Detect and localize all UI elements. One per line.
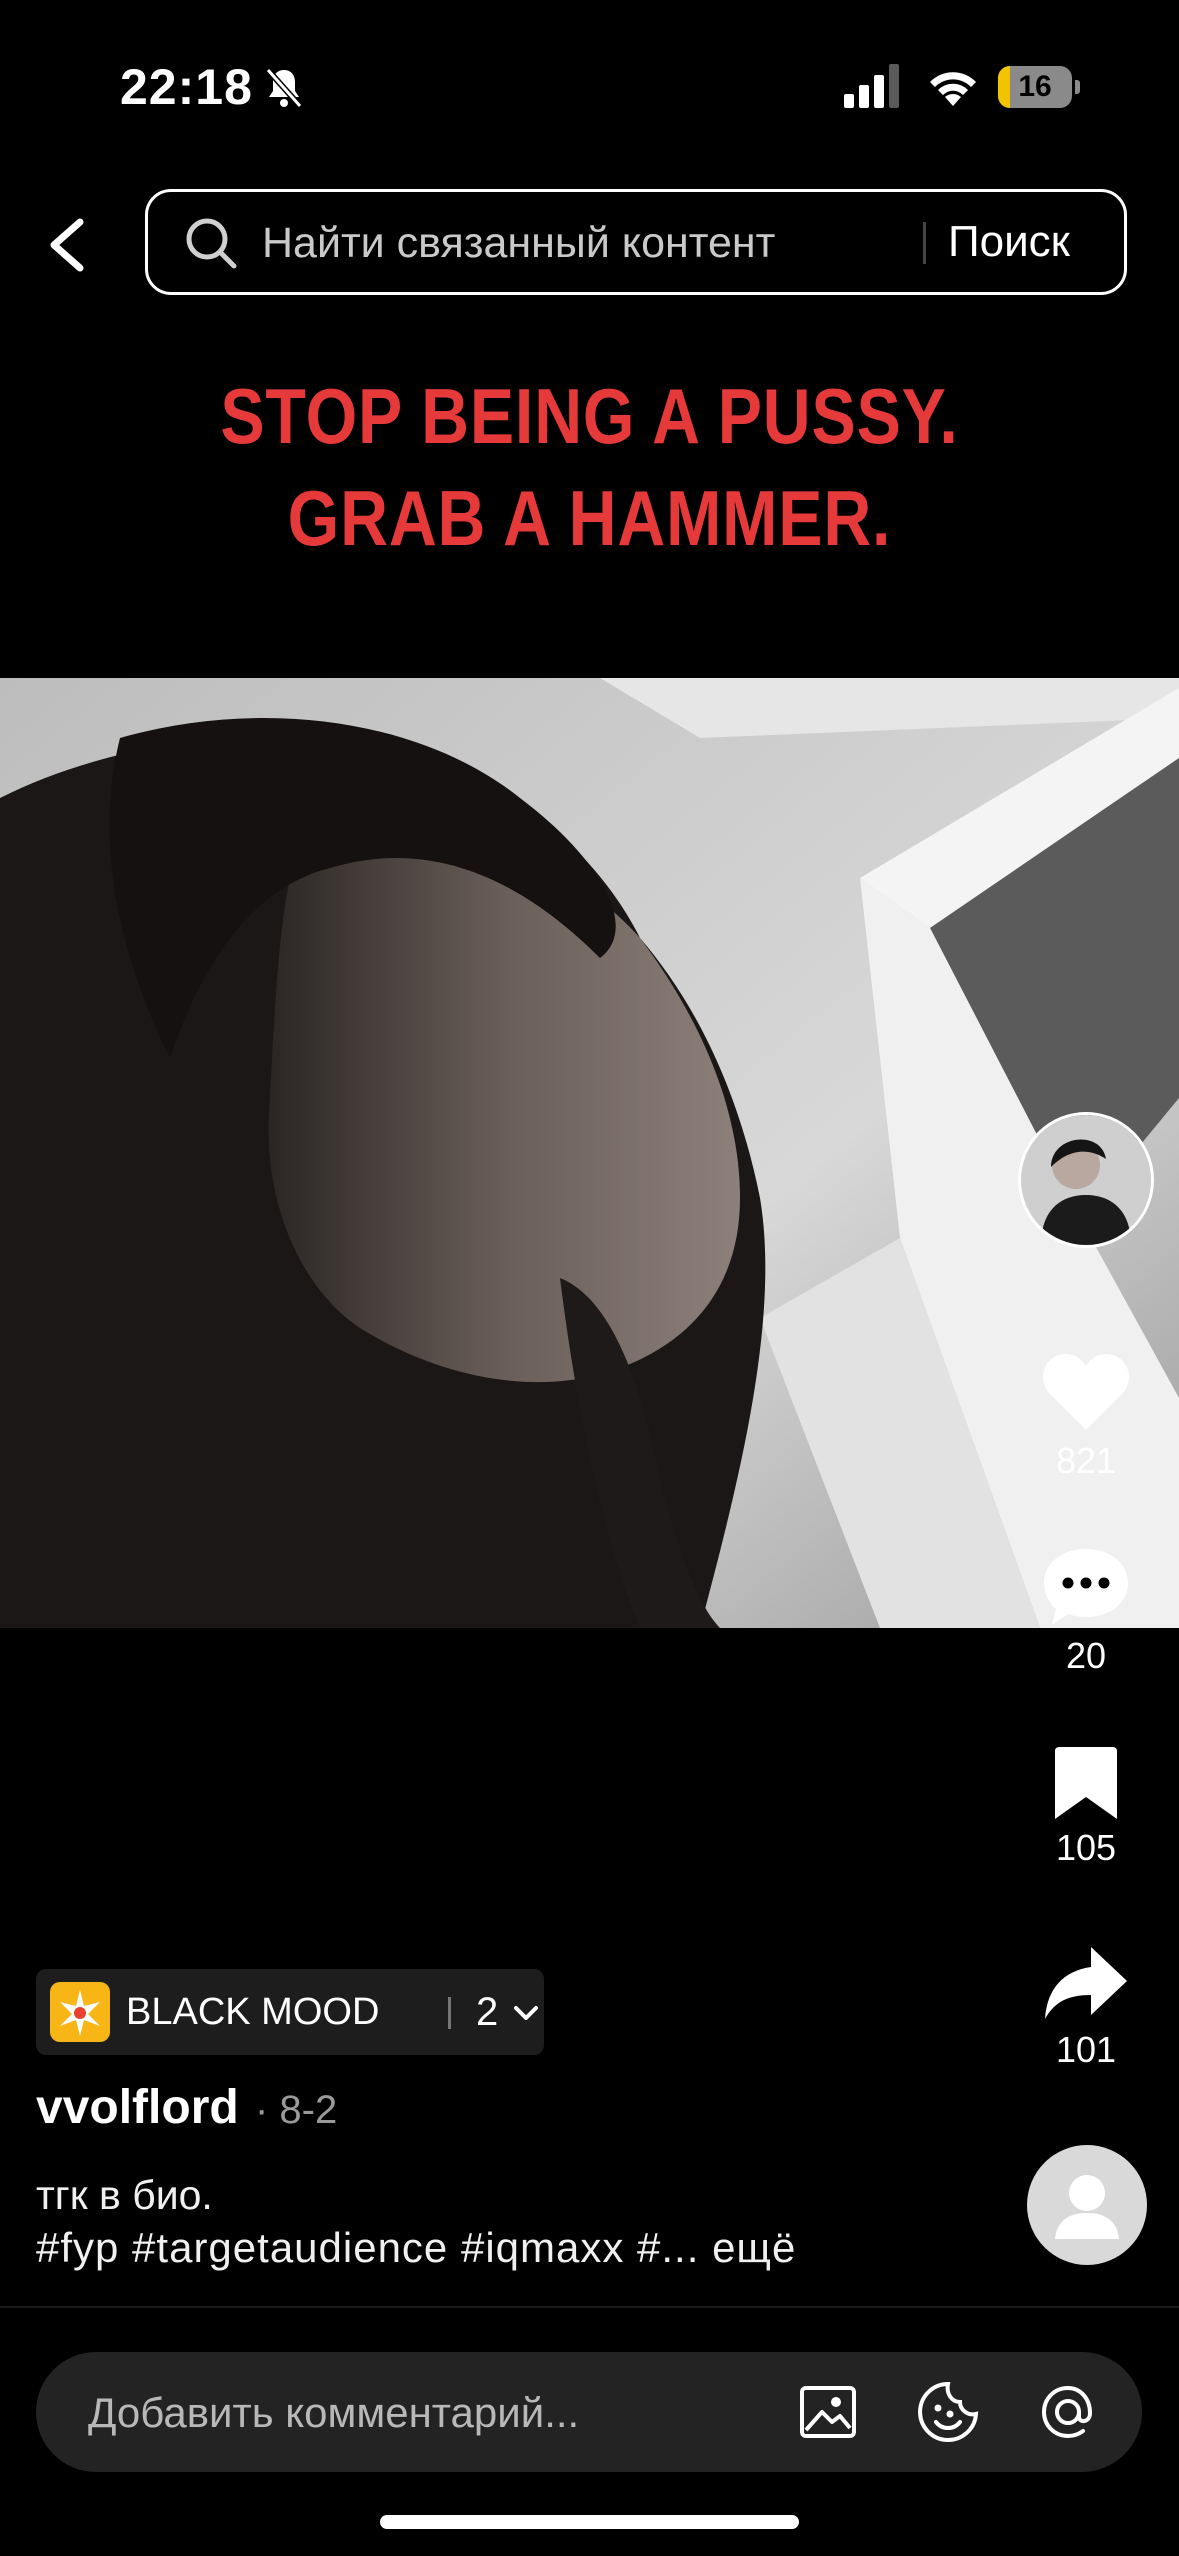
comment-button[interactable]: 20 — [1031, 1545, 1141, 1677]
more-link[interactable]: ещё — [712, 2224, 796, 2271]
heart-icon — [1043, 1354, 1129, 1430]
battery-indicator: 16 — [998, 66, 1080, 108]
sparkle-icon — [50, 1982, 110, 2042]
video-frame-image — [0, 678, 1179, 1628]
comment-bar[interactable] — [36, 2352, 1142, 2474]
mention-at-icon[interactable] — [1036, 2380, 1100, 2444]
avatar-image — [1021, 1115, 1151, 1245]
share-button[interactable]: 101 — [1031, 1943, 1141, 2071]
person-icon — [1055, 2175, 1119, 2239]
search-icon — [186, 218, 237, 269]
playlist-count: 2 — [476, 1990, 499, 2034]
save-button[interactable]: 105 — [1031, 1745, 1141, 1869]
description-text: тгк в био. — [36, 2172, 213, 2218]
share-count: 101 — [1055, 2029, 1117, 2070]
hashtags-line: #fyp #targetaudience #iqmaxx #... ещё — [36, 2224, 796, 2272]
profile-placeholder-avatar[interactable] — [1027, 2145, 1147, 2265]
status-time: 22:18 — [120, 59, 253, 115]
post-date: · 8-2 — [255, 2088, 338, 2132]
comment-count: 20 — [1065, 1635, 1107, 1676]
playlist-label: BLACK MOOD — [126, 1991, 380, 2033]
username[interactable]: vvolflord — [36, 2080, 239, 2135]
emoji-sticker-icon[interactable] — [916, 2380, 980, 2444]
bell-muted-icon — [265, 68, 303, 108]
comment-input[interactable] — [86, 2352, 790, 2474]
playlist-separator — [448, 1997, 451, 2029]
search-bar[interactable]: Поиск — [145, 189, 1127, 295]
video-player[interactable] — [0, 678, 1179, 1628]
like-count: 821 — [1055, 1440, 1117, 1481]
creator-avatar[interactable] — [1018, 1112, 1154, 1248]
back-chevron-icon[interactable] — [40, 210, 100, 280]
comment-bubble-icon — [1044, 1549, 1128, 1625]
hashtags[interactable]: #fyp #targetaudience #iqmaxx #... — [36, 2224, 699, 2271]
bookmark-icon — [1055, 1747, 1117, 1819]
cellular-signal-icon — [844, 64, 899, 108]
search-divider — [923, 222, 926, 264]
image-icon[interactable] — [796, 2380, 860, 2444]
home-indicator — [380, 2515, 799, 2529]
playlist-chip[interactable]: BLACK MOOD 2 — [36, 1969, 544, 2055]
save-count: 105 — [1055, 1827, 1117, 1868]
share-arrow-icon — [1045, 1947, 1127, 2019]
search-button[interactable]: Поиск — [948, 192, 1070, 292]
divider — [0, 2306, 1179, 2308]
search-input[interactable] — [260, 192, 964, 294]
like-button[interactable]: 821 — [1031, 1350, 1141, 1482]
video-caption: STOP BEING A PUSSY. GRAB A HAMMER. — [220, 372, 959, 562]
wifi-icon — [930, 72, 976, 106]
chevron-down-icon — [514, 2006, 538, 2020]
